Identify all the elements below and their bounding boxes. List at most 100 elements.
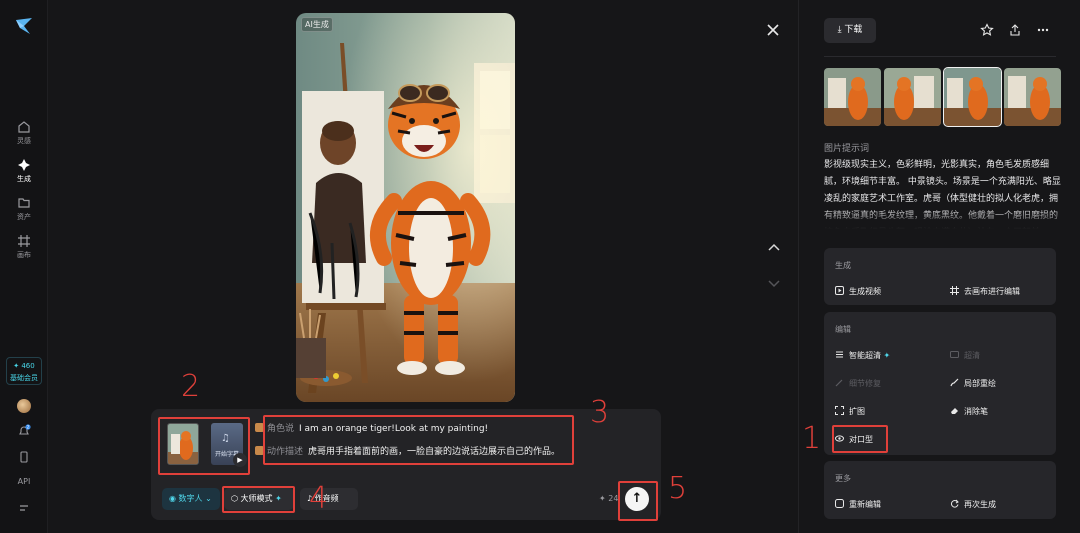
generate-card-title: 生成 [835,261,851,270]
sidebar-item-generate[interactable]: 生成 [0,158,48,184]
expand-label: 扩图 [849,407,865,416]
smart-upscale-button[interactable]: 智能超清 ✦ [835,350,890,361]
brush-icon [950,378,959,387]
download-icon: ⤓ [837,25,842,35]
eye-icon: ◉ [169,494,176,503]
folder-icon [18,198,30,208]
divider [824,56,1056,57]
hd-icon [950,351,959,358]
menu-icon[interactable] [17,501,31,515]
share-icon[interactable] [1008,23,1022,37]
refresh-icon [951,499,959,508]
chevron-up-icon[interactable] [767,241,781,255]
annotation-box-master-mode [222,486,295,513]
variant-thumbnails [824,67,1064,128]
eraser-label: 消除笔 [964,407,988,416]
chevron-down-icon: ⌄ [205,494,212,503]
expand-button[interactable]: 扩图 [835,406,865,417]
sidebar-item-label: 画布 [17,251,31,259]
reedit-button[interactable]: 重新编辑 [835,499,881,510]
sidebar-item-label: 灵感 [17,137,31,145]
more-card: 更多 重新编辑 再次生成 [824,461,1056,519]
download-label: 下载 [844,25,863,35]
home-icon [18,121,30,133]
prompt-title: 图片提示词 [824,144,870,154]
prompt-text: 影视级现实主义，色彩鲜明，光影真实，角色毛发质感细腻，环境细节丰富。 中景镜头。… [824,160,1061,229]
annotation-box-send [618,481,658,521]
sparkle-icon: ✦ [883,351,891,360]
canvas-edit-label: 去画布进行编辑 [964,287,1020,296]
regenerate-label: 再次生成 [964,500,996,509]
sidebar-item-canvas[interactable]: 画布 [0,234,48,260]
digital-human-label: 数字人 [178,494,203,503]
download-button[interactable]: ⤓ 下载 [824,18,876,43]
canvas-edit-button[interactable]: 去画布进行编辑 [950,286,1020,297]
variant-thumbnail[interactable] [824,68,881,126]
close-icon[interactable] [766,23,780,37]
variant-thumbnail[interactable] [884,68,941,126]
wand-icon [835,379,843,387]
variant-thumbnail-selected[interactable] [943,67,1002,127]
edit-icon [835,499,844,508]
sidebar-item-label: 生成 [17,175,31,183]
edit-card-title: 编辑 [835,325,851,334]
more-card-title: 更多 [835,474,851,483]
credit-cost: ✦ 24 [599,494,619,503]
bell-icon[interactable]: 2 [17,424,31,438]
play-square-icon [835,286,844,295]
canvas-icon [18,235,30,247]
expand-icon [835,406,844,415]
annotation-number: 5 [668,471,688,506]
generate-video-label: 生成视频 [849,287,881,296]
variant-image [884,68,941,126]
star-icon[interactable] [980,23,994,37]
ai-generated-tag: AI生成 [301,17,333,32]
sidebar-item-assets[interactable]: 资产 [0,196,48,222]
smart-upscale-label: 智能超清 [849,351,881,360]
points-count: ✦ 460 [13,362,35,370]
avatar[interactable] [17,399,31,413]
annotation-number: 4 [309,481,329,516]
more-icon[interactable] [1036,23,1050,37]
annotation-number: 2 [181,369,201,404]
membership-label: 基础会员 [10,374,38,382]
tiger-painting-image [296,13,515,402]
upscale-button[interactable]: 超清 [950,350,980,361]
annotation-box-thumbnails [158,417,250,475]
app-root: 灵感 生成 资产 画布 ✦ 460 基础会员 2 API AI生成 ♫ 开始字幕… [0,0,1080,533]
notification-count: 2 [27,425,30,430]
detail-fix-label: 细节修复 [849,379,881,388]
canvas-icon [950,286,959,295]
variant-image [944,68,1001,126]
app-logo-icon[interactable] [14,16,34,36]
annotation-number: 1 [802,421,822,456]
annotation-box-script [263,415,574,465]
sidebar-item-label: 资产 [17,213,31,221]
generate-card: 生成 生成视频 去画布进行编辑 [824,248,1056,305]
eraser-button[interactable]: 消除笔 [950,406,988,417]
local-redraw-label: 局部重绘 [964,379,996,388]
upscale-icon [836,351,843,358]
api-link[interactable]: API [0,477,48,486]
generate-video-button[interactable]: 生成视频 [835,286,881,297]
variant-thumbnail[interactable] [1004,68,1061,126]
device-icon[interactable] [17,450,31,464]
annotation-box-lip-sync [832,425,888,453]
regenerate-button[interactable]: 再次生成 [950,499,996,510]
sidebar-item-inspiration[interactable]: 灵感 [0,120,48,146]
annotation-number: 3 [590,395,610,430]
detail-fix-button[interactable]: 细节修复 [835,378,881,389]
sparkle-icon [18,159,30,171]
chevron-down-icon[interactable] [767,276,781,290]
eraser-icon [951,408,958,414]
variant-image [1004,68,1061,126]
left-sidebar: 灵感 生成 资产 画布 ✦ 460 基础会员 2 API [0,0,48,533]
upscale-label: 超清 [964,351,980,360]
variant-image [824,68,881,126]
reedit-label: 重新编辑 [849,500,881,509]
local-redraw-button[interactable]: 局部重绘 [950,378,996,389]
right-panel: ⤓ 下载 图片提示词 影视级现实主义，色彩鲜明，光影真实，角色毛发质感细腻，环境… [798,0,1080,533]
generated-image[interactable]: AI生成 [296,13,515,402]
digital-human-dropdown[interactable]: ◉ 数字人 ⌄ [162,488,220,510]
membership-badge[interactable]: ✦ 460 基础会员 [6,357,42,385]
